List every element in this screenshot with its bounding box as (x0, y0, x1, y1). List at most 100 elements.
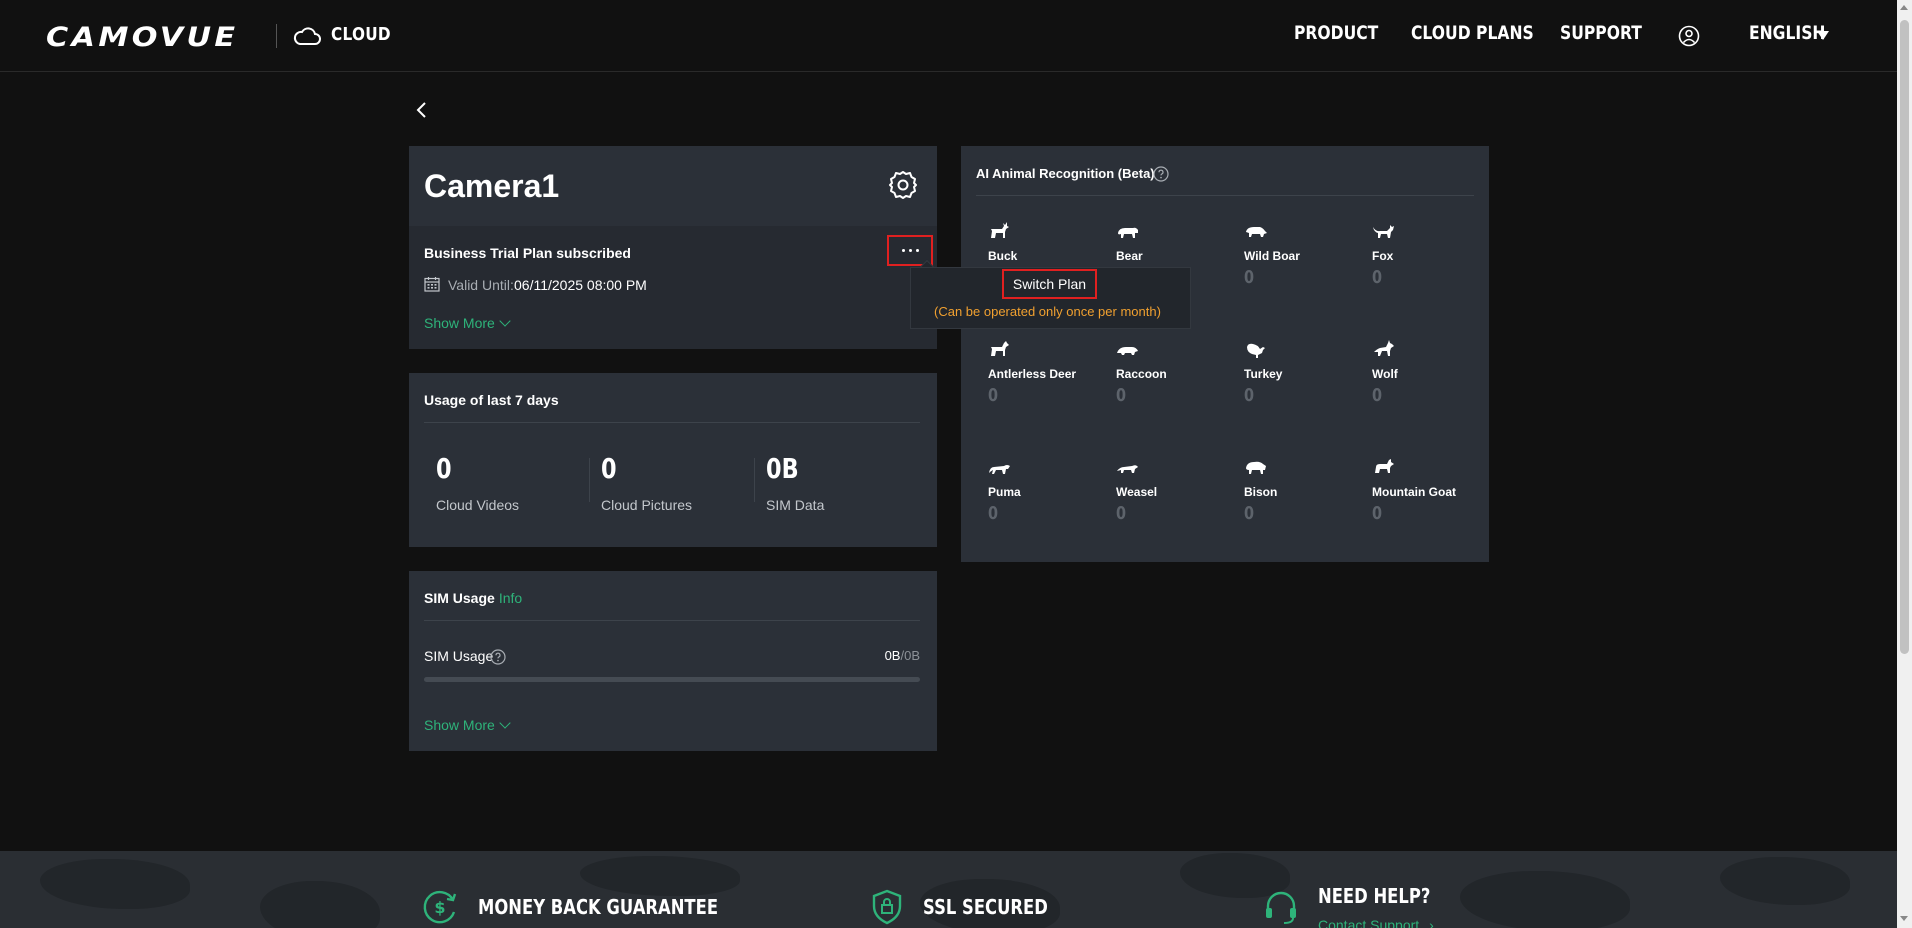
top-navigation-bar: CAMOVUE CLOUD PRODUCT CLOUD PLANS SUPPOR… (0, 0, 1897, 72)
camovue-logo[interactable]: CAMOVUE (46, 22, 238, 53)
svg-text:$: $ (434, 898, 445, 917)
puma-icon (989, 465, 1010, 474)
ai-animal-recognition-panel (961, 146, 1489, 562)
sim-usage-label: SIM Usage (424, 648, 494, 664)
cloud-pictures-label: Cloud Pictures (601, 497, 693, 513)
calendar-icon (424, 277, 440, 292)
valid-until-label: Valid Until: (448, 277, 514, 293)
animal-name-mountain-goat: Mountain Goat (1372, 485, 1456, 499)
camo-pattern (1720, 857, 1850, 905)
animal-count-mountain-goat: 0 (1372, 503, 1383, 524)
gear-icon[interactable] (888, 170, 918, 200)
animal-count-wild-boar: 0 (1244, 267, 1255, 288)
logo-divider (276, 24, 277, 48)
camo-pattern (260, 881, 380, 928)
sim-total: 0B (904, 648, 920, 663)
need-help-title: NEED HELP? (1318, 884, 1431, 908)
valid-until-value: 06/11/2025 08:00 PM (514, 277, 647, 293)
chevron-down-icon (499, 717, 511, 729)
sim-usage-progress-bar (424, 677, 920, 682)
user-account-icon[interactable] (1678, 25, 1700, 47)
plan-show-more-link[interactable]: Show More (424, 315, 511, 331)
sim-show-more-link[interactable]: Show More (424, 717, 511, 733)
cloud-pictures-count: 0 (601, 452, 617, 485)
sim-usage-title-text: SIM Usage (424, 590, 495, 606)
mountain-goat-icon (1375, 459, 1394, 473)
turkey-icon (1247, 343, 1265, 358)
camera-name: Camera1 (424, 168, 560, 204)
cloud-videos-count: 0 (436, 452, 452, 485)
page: CAMOVUE CLOUD PRODUCT CLOUD PLANS SUPPOR… (0, 0, 1912, 928)
sim-info-link[interactable]: Info (499, 590, 522, 606)
animal-name-turkey: Turkey (1244, 367, 1283, 381)
cloud-videos-label: Cloud Videos (436, 497, 520, 513)
sim-data-label: SIM Data (766, 497, 825, 513)
camo-pattern (40, 859, 190, 909)
raccoon-icon (1117, 347, 1138, 355)
animal-count-bison: 0 (1244, 503, 1255, 524)
dot (915, 249, 919, 252)
nav-product[interactable]: PRODUCT (1294, 22, 1378, 44)
money-back-icon: $ (423, 890, 457, 924)
wolf-icon (1374, 340, 1394, 356)
animal-name-fox: Fox (1372, 249, 1394, 263)
contact-support-label: Contact Support (1318, 917, 1420, 928)
show-more-label: Show More (424, 717, 495, 733)
camo-pattern (580, 856, 740, 896)
ai-recognition-title: AI Animal Recognition (Beta) (976, 166, 1155, 181)
divider (976, 195, 1474, 196)
stat-divider (589, 458, 590, 502)
animal-count-raccoon: 0 (1116, 385, 1127, 406)
dot (901, 249, 905, 252)
animal-name-buck: Buck (988, 249, 1018, 263)
sim-data-count: 0B (766, 452, 799, 485)
animal-name-bison: Bison (1244, 485, 1278, 499)
caret-down-icon[interactable] (1817, 31, 1829, 40)
stat-divider (754, 458, 755, 502)
scroll-down-arrow-icon[interactable] (1900, 916, 1908, 921)
language-selector[interactable]: ENGLISH (1749, 22, 1825, 44)
chevron-down-icon (499, 315, 511, 327)
wild-boar-icon (1246, 227, 1267, 237)
sim-used: 0B (884, 648, 901, 663)
help-icon[interactable] (490, 649, 506, 665)
sim-usage-title: SIM Usage Info (424, 590, 522, 606)
camo-pattern (1460, 871, 1630, 928)
money-back-guarantee: MONEY BACK GUARANTEE (478, 895, 719, 919)
switch-plan-button[interactable]: Switch Plan (1002, 269, 1097, 299)
animal-count-fox: 0 (1372, 267, 1383, 288)
fox-icon (1373, 225, 1394, 238)
buck-icon (991, 222, 1009, 238)
sim-usage-value: 0B/0B (880, 648, 920, 663)
ssl-secured: SSL SECURED (923, 895, 1048, 919)
show-more-label: Show More (424, 315, 495, 331)
usage-title: Usage of last 7 days (424, 392, 559, 408)
nav-cloud-plans[interactable]: CLOUD PLANS (1411, 22, 1534, 44)
animal-name-raccoon: Raccoon (1116, 367, 1167, 381)
bear-icon (1118, 227, 1138, 238)
cloud-label: CLOUD (331, 24, 391, 45)
contact-support-link[interactable]: Contact Support › (1318, 917, 1434, 928)
nav-support[interactable]: SUPPORT (1560, 22, 1642, 44)
shield-icon (872, 889, 902, 925)
scroll-up-arrow-icon[interactable] (1900, 5, 1908, 10)
back-chevron-icon[interactable] (414, 100, 430, 120)
animal-count-weasel: 0 (1116, 503, 1127, 524)
animal-count-antlerless-deer: 0 (988, 385, 999, 406)
animal-count-wolf: 0 (1372, 385, 1383, 406)
animal-name-wild-boar: Wild Boar (1244, 249, 1300, 263)
switch-plan-note: (Can be operated only once per month) (934, 304, 1161, 319)
animal-name-bear: Bear (1116, 249, 1143, 263)
dot (908, 249, 912, 252)
divider (424, 422, 920, 423)
animal-name-wolf: Wolf (1372, 367, 1398, 381)
animal-name-antlerless-deer: Antlerless Deer (988, 367, 1077, 381)
headset-icon (1266, 891, 1296, 924)
divider (424, 620, 920, 621)
antlerless-deer-icon (991, 341, 1009, 356)
chevron-right-icon: › (1429, 917, 1434, 928)
animal-name-weasel: Weasel (1116, 485, 1158, 499)
scrollbar-thumb[interactable] (1900, 20, 1909, 654)
animal-count-turkey: 0 (1244, 385, 1255, 406)
help-icon[interactable] (1153, 166, 1169, 182)
